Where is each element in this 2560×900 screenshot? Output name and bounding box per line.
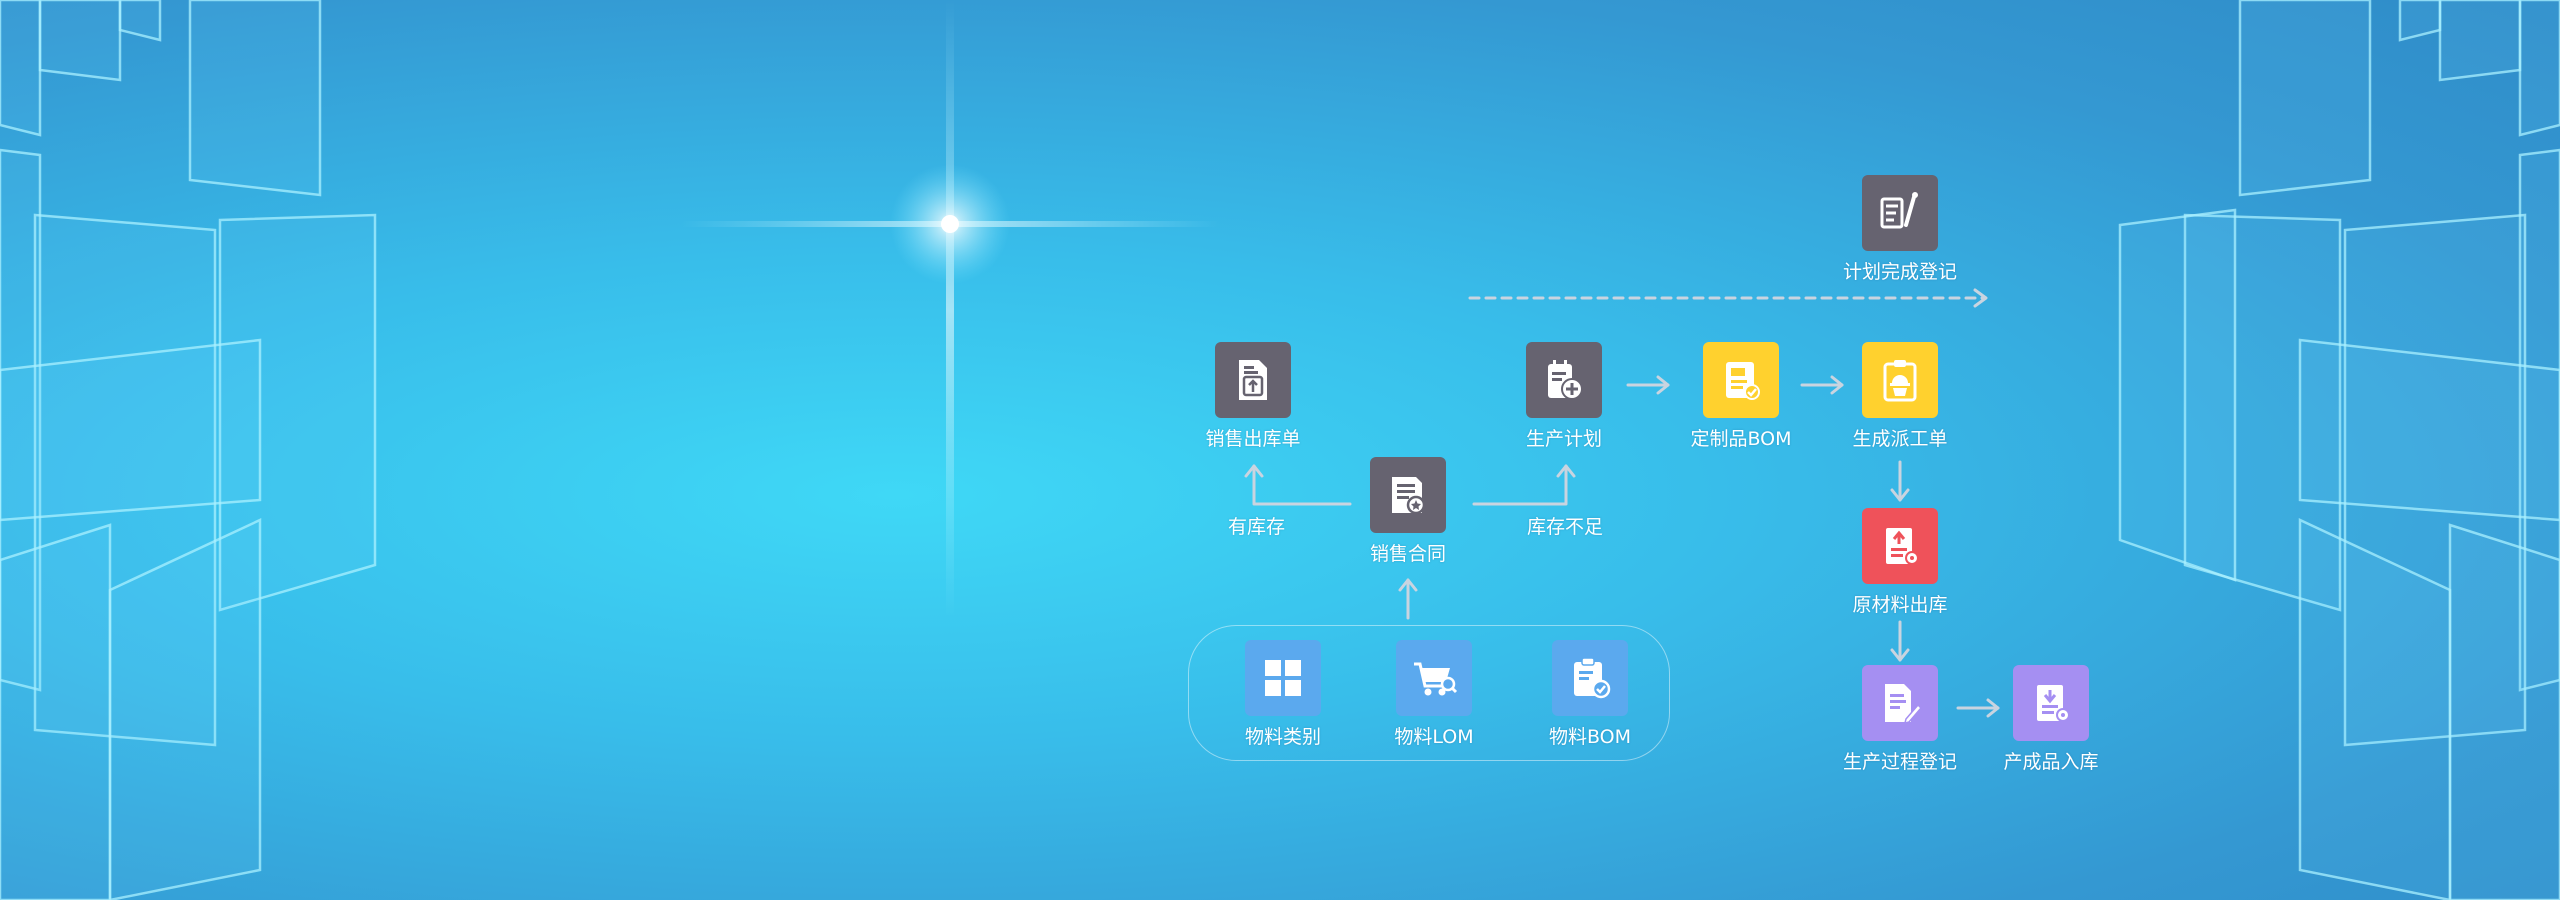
branch-out-of-stock-label: 库存不足 xyxy=(1527,516,1604,538)
node-sales-contract[interactable]: 销售合同 xyxy=(1338,457,1478,565)
node-label: 原材料出库 xyxy=(1852,594,1948,616)
node-label: 生产计划 xyxy=(1525,428,1602,450)
node-label: 定制品BOM xyxy=(1690,428,1792,450)
branch-in-stock-label: 有库存 xyxy=(1228,516,1286,538)
node-custom-bom[interactable]: 定制品BOM xyxy=(1671,342,1811,450)
node-label: 生成派工单 xyxy=(1852,428,1948,450)
contract-stamp-icon xyxy=(1370,457,1446,533)
grid-icon xyxy=(1245,640,1321,716)
node-product-in[interactable]: 产成品入库 xyxy=(1981,665,2121,773)
cart-icon xyxy=(1396,640,1472,716)
node-label: 生产过程登记 xyxy=(1842,751,1957,773)
node-process-record[interactable]: 生产过程登记 xyxy=(1830,665,1970,773)
node-label: 产成品入库 xyxy=(2003,751,2099,773)
node-plan-complete[interactable]: 计划完成登记 xyxy=(1830,175,1970,283)
node-material-category[interactable]: 物料类别 xyxy=(1213,640,1353,748)
node-raw-out[interactable]: 原材料出库 xyxy=(1830,508,1970,616)
clipboard-check-icon xyxy=(1552,640,1628,716)
left-glass-panels xyxy=(0,0,377,900)
upload-document-icon xyxy=(1862,508,1938,584)
node-material-lom[interactable]: 物料LOM xyxy=(1364,640,1504,748)
node-sales-out[interactable]: 销售出库单 xyxy=(1183,342,1323,450)
star-flare xyxy=(680,0,1220,620)
export-document-icon xyxy=(1215,342,1291,418)
node-production-plan[interactable]: 生产计划 xyxy=(1494,342,1634,450)
node-label: 计划完成登记 xyxy=(1842,261,1957,283)
node-label: 物料BOM xyxy=(1548,726,1632,748)
node-label: 销售出库单 xyxy=(1205,428,1301,450)
node-label: 物料类别 xyxy=(1244,726,1321,748)
node-label: 物料LOM xyxy=(1394,726,1474,748)
right-glass-panels xyxy=(2118,0,2560,900)
worker-clipboard-icon xyxy=(1862,342,1938,418)
node-material-bom[interactable]: 物料BOM xyxy=(1520,640,1660,748)
background-decoration xyxy=(0,0,2560,900)
checked-document-icon xyxy=(1703,342,1779,418)
add-plan-icon xyxy=(1526,342,1602,418)
edit-document-icon xyxy=(1862,175,1938,251)
write-document-icon xyxy=(1862,665,1938,741)
node-dispatch[interactable]: 生成派工单 xyxy=(1830,342,1970,450)
import-document-icon xyxy=(2013,665,2089,741)
node-label: 销售合同 xyxy=(1369,543,1446,565)
